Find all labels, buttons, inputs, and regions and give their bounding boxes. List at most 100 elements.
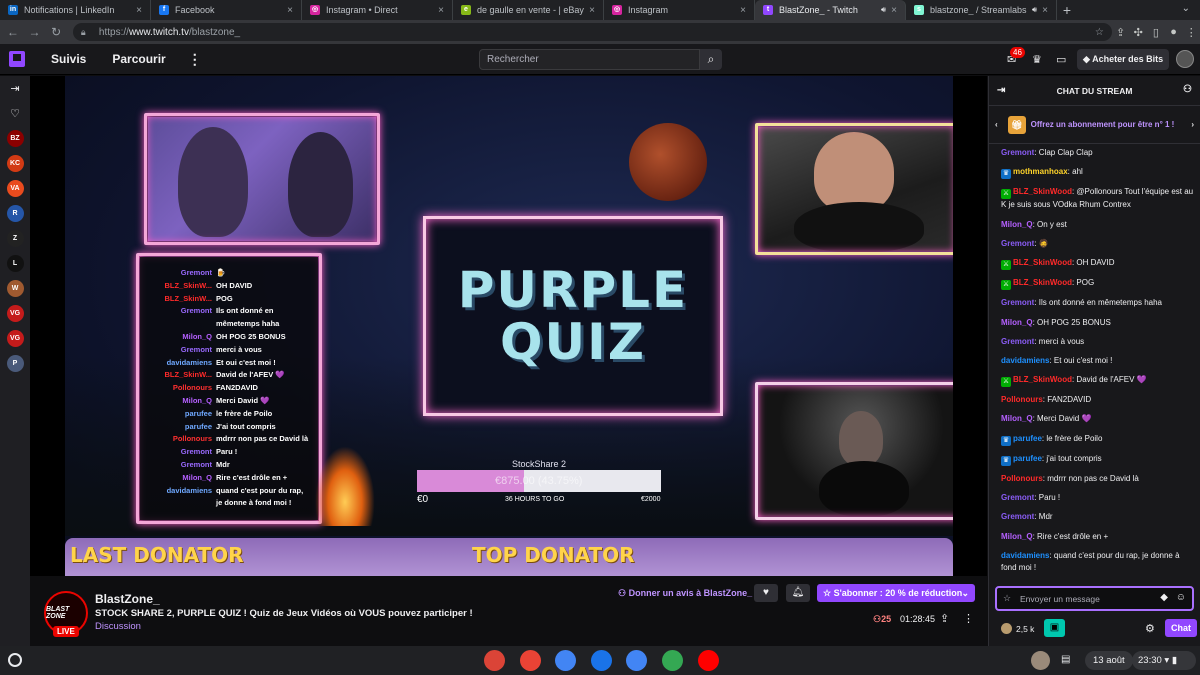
bits-diamond-icon[interactable]: ◆	[1160, 592, 1168, 603]
browser-tab[interactable]: e de gaulle en vente - | eBay ×	[453, 0, 604, 20]
review-button[interactable]: ⚇ Donner un avis à BlastZone_	[618, 588, 752, 599]
tab-close-icon[interactable]: ×	[134, 5, 144, 16]
reload-icon[interactable]: ↻	[47, 25, 65, 39]
chat-username[interactable]: Milon_Q	[1001, 220, 1033, 229]
chat-username[interactable]: Gremont	[1001, 493, 1034, 502]
chat-username[interactable]: BLZ_SkinWood	[1013, 258, 1072, 267]
channel-name[interactable]: BlastZone_	[95, 592, 160, 606]
tab-close-icon[interactable]: ×	[889, 5, 899, 16]
user-avatar[interactable]	[1176, 50, 1194, 68]
subscribe-button[interactable]: ☆ S'abonner : 20 % de réduction ⌄	[817, 584, 975, 602]
browser-tab[interactable]: s blastzone_ / Streamlabs 🔊︎ ×	[906, 0, 1057, 20]
chat-username[interactable]: BLZ_SkinWood	[1013, 187, 1072, 196]
more-options-icon[interactable]: ⋮	[963, 612, 974, 625]
chat-username[interactable]: Gremont	[1001, 148, 1034, 157]
moderator-badge-icon[interactable]: ⚔	[1001, 189, 1011, 200]
stream-category[interactable]: Discussion	[95, 621, 141, 632]
browser-tab[interactable]: ◎ Instagram ×	[604, 0, 755, 20]
browser-tab[interactable]: f Facebook ×	[151, 0, 302, 20]
chrome-menu-icon[interactable]: ⋮	[1182, 26, 1200, 39]
chrome-app-icon[interactable]	[484, 650, 505, 671]
chat-username[interactable]: Gremont	[1001, 512, 1034, 521]
channel-points[interactable]: 2,5 k	[1001, 623, 1034, 634]
side-panel-icon[interactable]: ▯	[1147, 26, 1165, 39]
sidebar-channel-item[interactable]: VG	[0, 326, 30, 351]
browser-tab[interactable]: t BlastZone_ - Twitch 🔊︎ ×	[755, 0, 906, 20]
chat-settings-gear-icon[interactable]: ⚙	[1145, 622, 1155, 635]
get-bits-button[interactable]: ◆ Acheter des Bits	[1077, 49, 1169, 70]
launcher-icon[interactable]	[8, 653, 22, 667]
tab-close-icon[interactable]: ×	[1040, 5, 1050, 16]
chat-username[interactable]: davidamiens	[1001, 356, 1049, 365]
search-icon[interactable]: ⌕	[700, 49, 722, 70]
search-input[interactable]: Rechercher	[479, 49, 700, 70]
chat-username[interactable]: Pollonours	[1001, 474, 1043, 483]
docs-app-icon[interactable]	[626, 650, 648, 671]
gift-sub-banner[interactable]: ‹ 🎁︎ Offrez un abonnement pour être n° 1…	[989, 106, 1200, 144]
clipboard-icon[interactable]: ▤	[1061, 654, 1070, 665]
chat-username[interactable]: Pollonours	[1001, 395, 1043, 404]
new-tab-button[interactable]: +	[1057, 0, 1077, 20]
sidebar-channel-item[interactable]: W	[0, 276, 30, 301]
chat-username[interactable]: davidamiens	[1001, 551, 1049, 560]
moderator-badge-icon[interactable]: ⚔	[1001, 259, 1011, 270]
chevron-left-icon[interactable]: ‹	[995, 120, 998, 129]
claim-bonus-button[interactable]: ▣	[1044, 619, 1065, 637]
video-player[interactable]: PURPLE QUIZ Gremont 🍺 BLZ_SkinW... OH DAVID…	[30, 76, 987, 576]
subscriber-badge-icon[interactable]: ♛	[1001, 169, 1011, 180]
chat-username[interactable]: parufee	[1013, 434, 1042, 443]
tab-close-icon[interactable]: ×	[587, 5, 597, 16]
tab-close-icon[interactable]: ×	[436, 5, 446, 16]
moderator-badge-icon[interactable]: ⚔	[1001, 280, 1011, 291]
sidebar-channel-item[interactable]: VA	[0, 176, 30, 201]
expand-sidebar-icon[interactable]: ⇥	[0, 76, 30, 101]
share-upload-icon[interactable]: ⇪	[940, 612, 949, 625]
nav-browse[interactable]: Parcourir	[112, 52, 165, 66]
chat-username[interactable]: parufee	[1013, 454, 1042, 463]
tab-audio-icon[interactable]: 🔊︎	[881, 5, 886, 15]
browser-tab[interactable]: in Notifications | LinkedIn ×	[0, 0, 151, 20]
files-app-icon[interactable]	[590, 650, 612, 671]
more-menu-icon[interactable]: ⋮	[188, 51, 202, 68]
chat-username[interactable]: mothmanhoax	[1013, 167, 1068, 176]
chat-username[interactable]: Gremont	[1001, 337, 1034, 346]
sidebar-channel-item[interactable]: VG	[0, 301, 30, 326]
chat-username[interactable]: Milon_Q	[1001, 414, 1033, 423]
emote-picker-icon[interactable]: ☺	[1176, 592, 1186, 603]
notification-bell-button[interactable]: 🔔︎	[786, 584, 810, 602]
gmail-app-icon[interactable]	[519, 650, 541, 671]
nav-following[interactable]: Suivis	[51, 52, 86, 66]
chat-username[interactable]: BLZ_SkinWood	[1013, 278, 1072, 287]
chevron-right-icon[interactable]: ›	[1191, 120, 1194, 129]
collapse-chat-icon[interactable]: ⇥	[997, 85, 1005, 96]
chat-send-button[interactable]: Chat	[1165, 619, 1197, 637]
community-icon[interactable]: ⚇	[1183, 84, 1192, 95]
moderator-badge-icon[interactable]: ⚔	[1001, 377, 1011, 388]
tab-close-icon[interactable]: ×	[738, 5, 748, 16]
chat-username[interactable]: BLZ_SkinWood	[1013, 375, 1072, 384]
twitch-logo-icon[interactable]	[9, 51, 25, 67]
whispers-icon[interactable]: ▭	[1056, 53, 1066, 66]
lock-icon[interactable]: 🔒︎	[81, 27, 93, 38]
follow-heart-button[interactable]: ♥	[754, 584, 778, 602]
chat-username[interactable]: Milon_Q	[1001, 532, 1033, 541]
tray-avatar[interactable]	[1031, 651, 1050, 670]
tab-search-chevron-icon[interactable]: ⌄	[1182, 3, 1190, 14]
address-bar[interactable]: 🔒︎ https://www.twitch.tv/blastzone_ ☆	[72, 23, 1112, 41]
profile-avatar[interactable]: ●	[1165, 26, 1183, 38]
sidebar-channel-item[interactable]: R	[0, 201, 30, 226]
browser-tab[interactable]: ◎ Instagram • Direct ×	[302, 0, 453, 20]
photos-app-icon[interactable]	[661, 650, 683, 671]
chat-username[interactable]: Milon_Q	[1001, 318, 1033, 327]
tab-close-icon[interactable]: ×	[285, 5, 295, 16]
chat-message-input[interactable]: ☆ Envoyer un message ◆ ☺	[995, 586, 1194, 611]
youtube-app-icon[interactable]	[697, 650, 719, 671]
chat-username[interactable]: Gremont	[1001, 239, 1034, 248]
back-arrow-icon[interactable]: ←	[4, 25, 22, 39]
sidebar-channel-item[interactable]: BZ	[0, 126, 30, 151]
prime-crown-icon[interactable]: ♛	[1032, 53, 1042, 66]
forward-arrow-icon[interactable]: →	[26, 25, 44, 39]
sidebar-channel-item[interactable]: L	[0, 251, 30, 276]
subscriber-badge-icon[interactable]: ♛	[1001, 435, 1011, 446]
share-icon[interactable]: ⇪	[1112, 26, 1130, 39]
